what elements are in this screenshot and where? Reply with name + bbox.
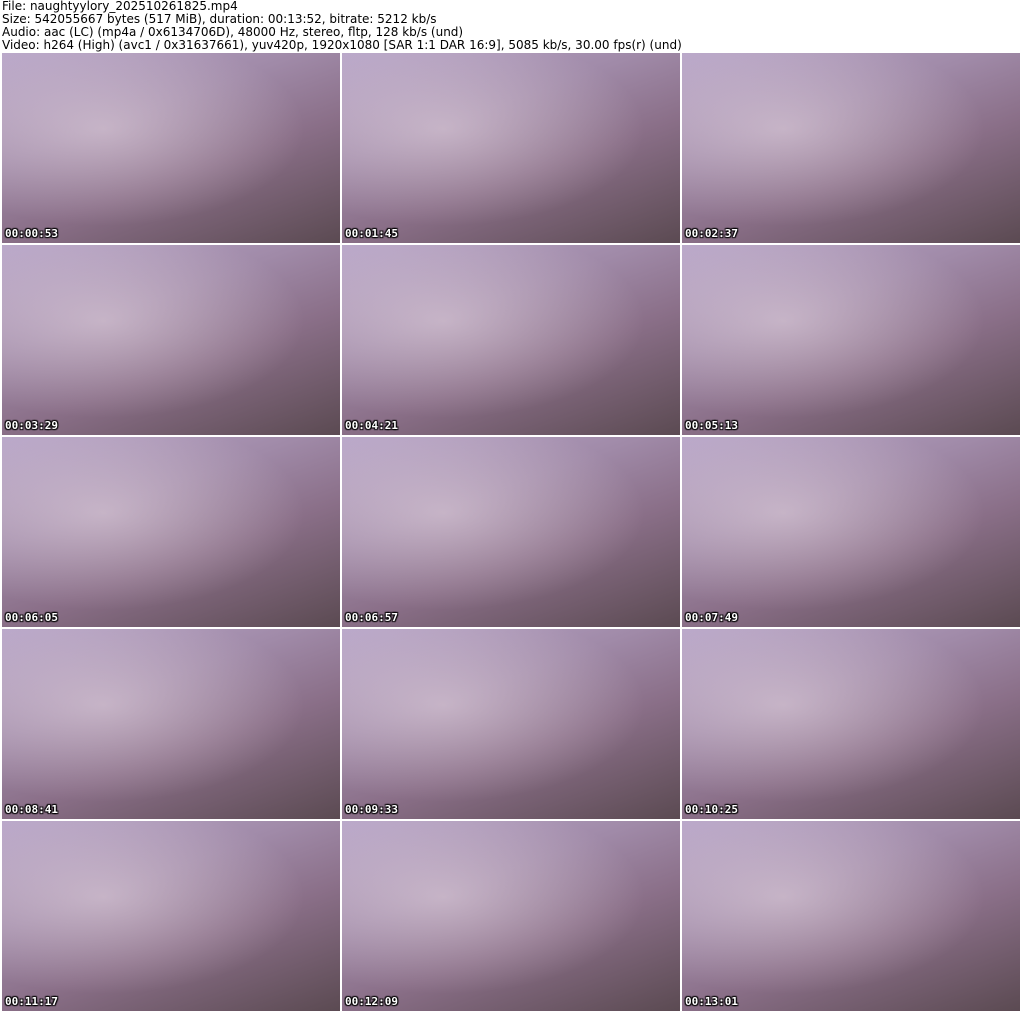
video-thumbnail: 00:09:33 [342,629,680,819]
video-thumbnail: 00:01:45 [342,53,680,243]
thumbnail-image [682,629,1020,819]
video-thumbnail: 00:13:01 [682,821,1020,1011]
video-thumbnail: 00:02:37 [682,53,1020,243]
thumbnail-image [2,437,340,627]
thumbnail-timestamp: 00:10:25 [685,803,738,816]
video-thumbnail: 00:10:25 [682,629,1020,819]
thumbnail-timestamp: 00:13:01 [685,995,738,1008]
thumbnail-timestamp: 00:00:53 [5,227,58,240]
video-thumbnail: 00:04:21 [342,245,680,435]
video-thumbnail: 00:00:53 [2,53,340,243]
thumbnail-image [682,53,1020,243]
thumbnail-image [342,821,680,1011]
video-thumbnail: 00:03:29 [2,245,340,435]
video-thumbnail: 00:07:49 [682,437,1020,627]
thumbnail-image [2,629,340,819]
thumbnail-timestamp: 00:08:41 [5,803,58,816]
video-thumbnail: 00:06:57 [342,437,680,627]
thumbnail-timestamp: 00:06:05 [5,611,58,624]
thumbnail-timestamp: 00:06:57 [345,611,398,624]
thumbnail-image [2,821,340,1011]
thumbnail-timestamp: 00:12:09 [345,995,398,1008]
video-thumbnail: 00:05:13 [682,245,1020,435]
thumbnail-timestamp: 00:05:13 [685,419,738,432]
thumbnail-timestamp: 00:11:17 [5,995,58,1008]
thumbnail-image [682,821,1020,1011]
thumbnail-timestamp: 00:09:33 [345,803,398,816]
thumbnail-timestamp: 00:02:37 [685,227,738,240]
thumbnail-image [342,245,680,435]
thumbnail-image [682,245,1020,435]
thumbnail-image [342,629,680,819]
thumbnail-timestamp: 00:04:21 [345,419,398,432]
thumbnail-timestamp: 00:07:49 [685,611,738,624]
thumbnail-image [342,53,680,243]
thumbnail-image [2,53,340,243]
thumbnail-timestamp: 00:03:29 [5,419,58,432]
thumbnail-timestamp: 00:01:45 [345,227,398,240]
video-thumbnail: 00:06:05 [2,437,340,627]
thumbnail-image [2,245,340,435]
thumbnail-image [342,437,680,627]
video-thumbnail: 00:11:17 [2,821,340,1011]
thumbnail-image [682,437,1020,627]
video-thumbnail: 00:12:09 [342,821,680,1011]
video-thumbnail: 00:08:41 [2,629,340,819]
thumbnail-grid: 00:00:53 00:01:45 00:02:37 00:03:29 00:04:21… [2,53,1020,1011]
video-info: Video: h264 (High) (avc1 / 0x31637661), … [2,38,682,52]
file-info-header: File: naughtyylory_202510261825.mp4 Size… [2,0,682,52]
